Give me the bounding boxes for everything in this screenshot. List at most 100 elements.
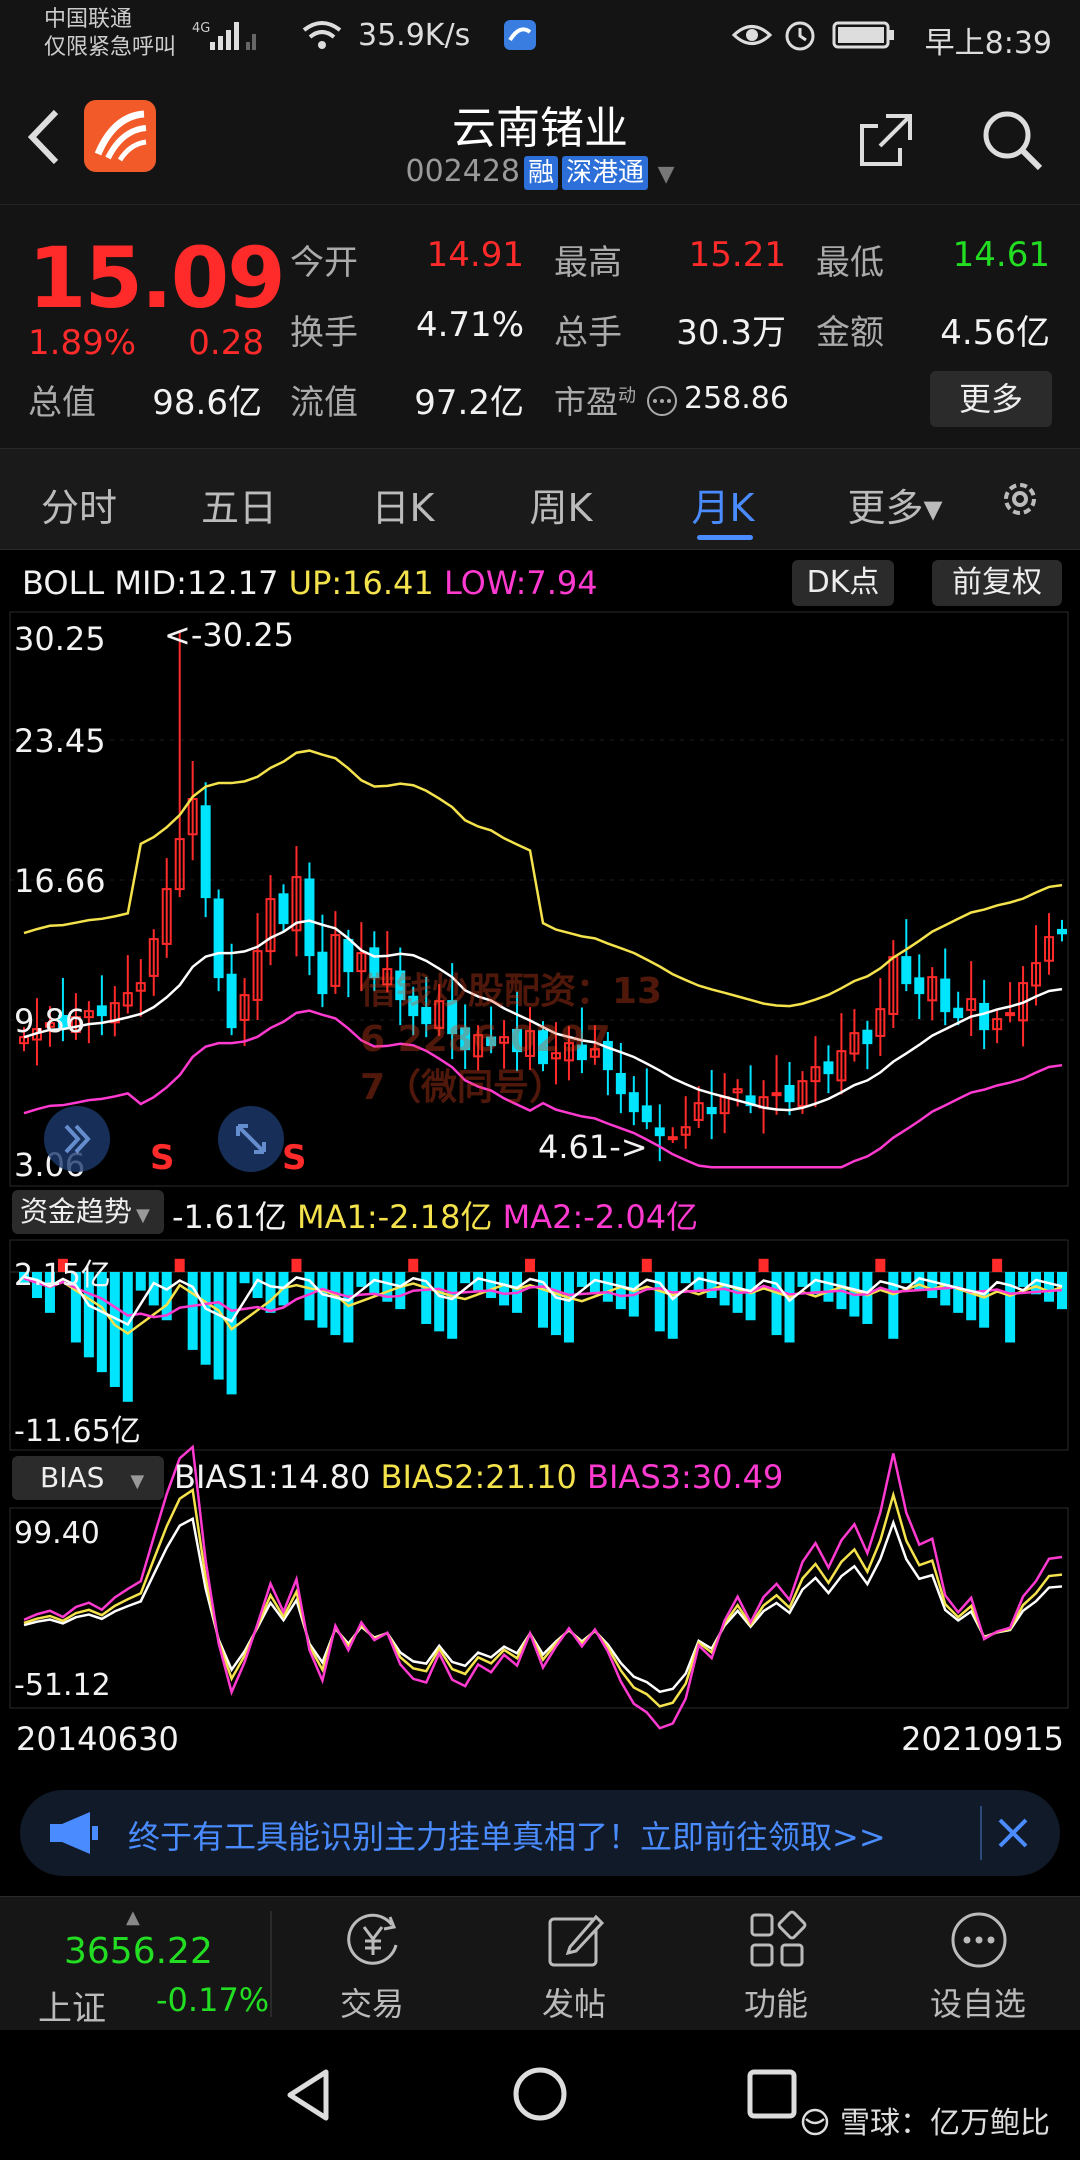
price-axis-label: 30.25: [14, 620, 106, 658]
quote-panel: 15.09 1.89% 0.28 总值 98.6亿 今开 14.91 最高 15…: [0, 204, 1080, 449]
fund-axis-bottom: -11.65亿: [14, 1414, 141, 1449]
gear-icon[interactable]: [996, 475, 1044, 523]
candle-body: [979, 1002, 990, 1031]
yen-coin-icon: [347, 1913, 398, 1965]
fund-bar: [797, 1272, 808, 1287]
post-button[interactable]: 发帖: [504, 1897, 644, 2031]
margin-badge: 融: [524, 156, 559, 190]
index-name: 上证: [38, 1989, 106, 2029]
add-watchlist-button[interactable]: 设自选: [908, 1897, 1048, 2031]
tab-monthly-k[interactable]: 月K: [648, 477, 798, 532]
candle-body: [667, 1136, 678, 1141]
edit-icon: [548, 1914, 605, 1967]
expand-left-button[interactable]: [44, 1106, 110, 1172]
candle-body: [654, 1127, 665, 1137]
bias-frame: [9, 1507, 1069, 1709]
fund-bar: [109, 1272, 120, 1387]
tab-intraday[interactable]: 分时: [4, 477, 154, 532]
amount: 4.56亿: [940, 313, 1050, 353]
trade-label: 交易: [339, 1985, 404, 2023]
bias-selector[interactable]: BIAS ▼: [12, 1456, 164, 1500]
bottom-toolbar: ▲ 3656.22 上证 -0.17% 交易 发帖 功能 设自选: [0, 1896, 1080, 2031]
caret-up-icon: ▲: [126, 1907, 140, 1928]
high-label: 最高: [554, 243, 622, 283]
fund-bar: [213, 1272, 224, 1380]
index-quote[interactable]: ▲ 3656.22 上证 -0.17%: [0, 1897, 270, 2031]
signal-icon: 4G: [192, 21, 256, 50]
fund-axis-top: 2.15亿: [14, 1258, 111, 1293]
sell-signal-marker: S: [150, 1138, 175, 1178]
home-circle-icon[interactable]: [510, 2064, 570, 2124]
price-axis-label: 23.45: [14, 722, 106, 760]
low-label: 最低: [816, 243, 884, 283]
fund-bar: [356, 1272, 367, 1287]
candle-body: [343, 938, 354, 973]
more-button[interactable]: 更多: [930, 371, 1052, 427]
candle-body: [1057, 928, 1067, 935]
alarm-icon: [785, 21, 815, 51]
fund-bar: [745, 1272, 756, 1321]
fund-bar: [434, 1272, 445, 1332]
recent-apps-icon[interactable]: [744, 2066, 800, 2122]
indicator-line: [23, 1487, 1063, 1708]
function-label: 功能: [743, 1985, 808, 2023]
start-date: 20140630: [16, 1720, 179, 1758]
fund-bar: [888, 1272, 899, 1339]
status-bar: 中国联通 仅限紧急呼叫 4G 35.9K/s 早上8:39: [0, 0, 1080, 72]
fund-trend-selector[interactable]: 资金趋势 ▼: [12, 1190, 164, 1234]
search-icon[interactable]: [980, 108, 1044, 172]
fund-bar: [239, 1272, 250, 1284]
fund-bar: [758, 1258, 769, 1272]
fund-bar: [992, 1258, 1003, 1272]
candle-body: [823, 1061, 834, 1075]
fund-bar: [1044, 1272, 1055, 1302]
fund-trend-legend: -1.61亿 MA1:-2.18亿 MA2:-2.04亿: [172, 1198, 699, 1236]
tab-weekly-k[interactable]: 周K: [486, 477, 636, 532]
bias-axis-top: 99.40: [14, 1516, 100, 1551]
share-icon[interactable]: [856, 110, 916, 170]
price-axis-label: 16.66: [14, 862, 106, 900]
fund-bar: [1018, 1272, 1029, 1287]
tab-more[interactable]: 更多▾: [820, 477, 970, 532]
fund-bar: [602, 1272, 613, 1302]
fund-bar: [122, 1272, 133, 1402]
open-label: 今开: [290, 243, 358, 283]
carrier-info: 中国联通 仅限紧急呼叫: [44, 7, 177, 60]
volume: 30.3万: [676, 313, 786, 353]
stock-code-line[interactable]: 002428 融深港通 ▼: [0, 154, 1080, 190]
fund-bar: [784, 1272, 795, 1343]
candle-body: [706, 1106, 717, 1115]
caret-down-icon: ▼: [130, 1471, 145, 1492]
fund-bar: [174, 1258, 185, 1272]
fund-bar: [460, 1272, 471, 1284]
candle-body: [901, 956, 912, 985]
fund-bar: [966, 1272, 977, 1321]
fullscreen-button[interactable]: [218, 1106, 284, 1172]
back-triangle-icon[interactable]: [280, 2066, 336, 2124]
trade-button[interactable]: 交易: [302, 1897, 442, 2031]
index-change: -0.17%: [156, 1981, 270, 2019]
tab-five-day[interactable]: 五日: [164, 477, 314, 532]
svg-text:4G: 4G: [192, 21, 210, 36]
tab-daily-k[interactable]: 日K: [328, 477, 478, 532]
fund-bar: [680, 1272, 691, 1284]
close-icon[interactable]: [988, 1808, 1038, 1858]
stock-name: 云南锗业: [452, 103, 628, 154]
active-tab-indicator: [697, 535, 753, 540]
float-cap: 97.2亿: [414, 383, 524, 423]
info-dots-icon[interactable]: [646, 385, 678, 417]
function-button[interactable]: 功能: [706, 1897, 846, 2031]
fund-bar: [187, 1272, 198, 1350]
candle-body: [784, 1084, 795, 1103]
wifi-icon: [302, 21, 342, 49]
candle-body: [862, 1029, 873, 1045]
candle-body: [914, 977, 925, 995]
pe-label: 市盈动: [554, 383, 637, 421]
amount-label: 金额: [816, 313, 884, 353]
price-axis-label: 9.86: [14, 1002, 86, 1040]
megaphone-icon: [50, 1812, 98, 1854]
promo-banner[interactable]: 终于有工具能识别主力挂单真相了！立即前往领取>>: [20, 1790, 1060, 1876]
apps-grid-icon: [750, 1910, 807, 1967]
clock: 早上8:39: [924, 26, 1052, 61]
change-amount: 0.28: [188, 323, 264, 363]
